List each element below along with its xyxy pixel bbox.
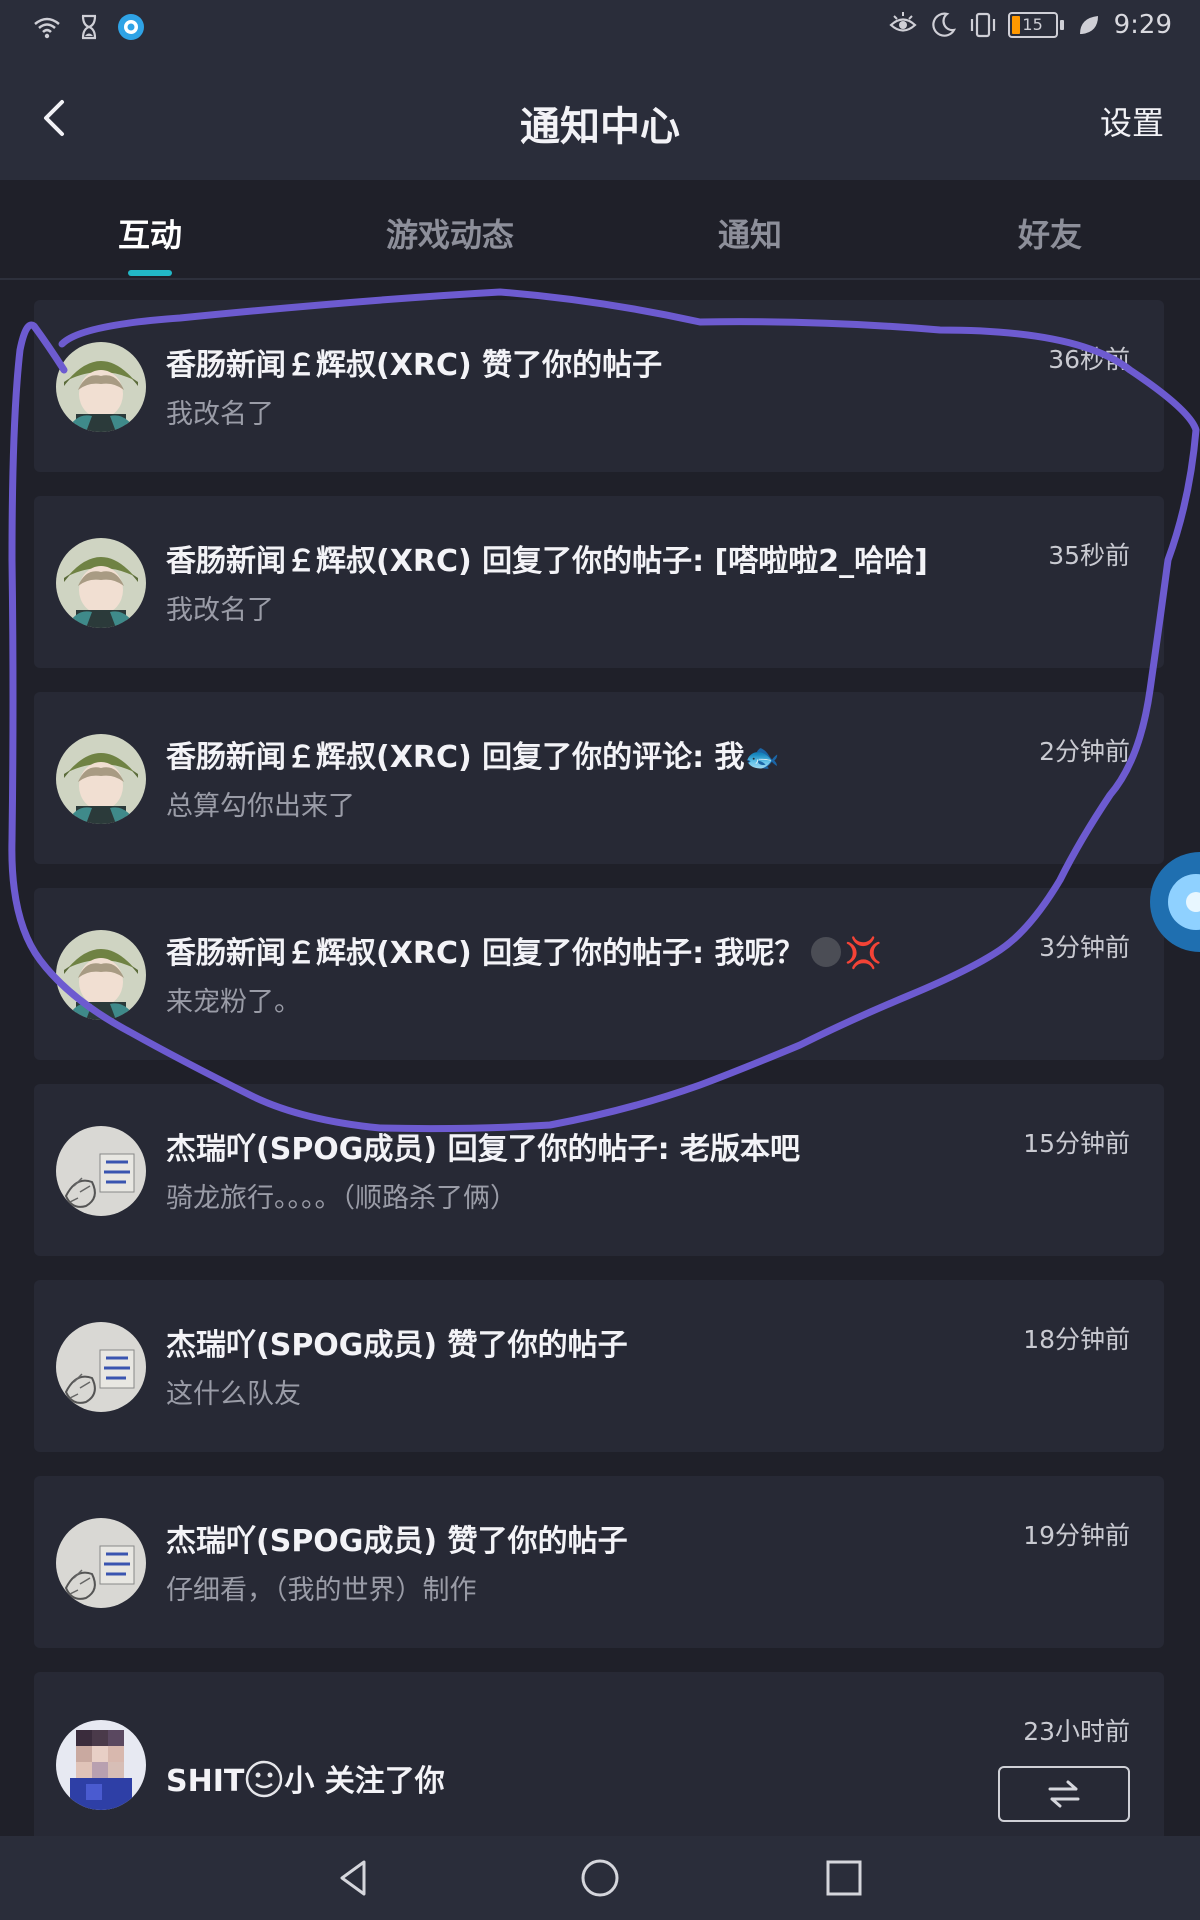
notification-preview: 仔细看，（我的世界）制作 bbox=[166, 1575, 477, 1606]
settings-button[interactable]: 设置 bbox=[1100, 98, 1164, 144]
notification-time: 23小时前 bbox=[1023, 1717, 1130, 1746]
follow-title: SHIT 小 关注了你 bbox=[166, 1756, 944, 1800]
tab-friends[interactable]: 好友 bbox=[900, 210, 1200, 256]
notification-time: 2分钟前 bbox=[1039, 737, 1130, 766]
status-right-icons: 15 9:29 bbox=[888, 10, 1172, 40]
notification-time: 3分钟前 bbox=[1039, 933, 1130, 962]
leaf-icon bbox=[1079, 16, 1098, 34]
page-title: 通知中心 bbox=[520, 104, 680, 150]
follow-title-prefix: SHIT bbox=[166, 1764, 245, 1799]
notification-item[interactable]: 杰瑞吖(SPOG成员) 赞了你的帖子 这什么队友 18分钟前 bbox=[34, 1280, 1164, 1452]
active-tab-indicator bbox=[128, 270, 172, 276]
avatar[interactable] bbox=[56, 1126, 146, 1216]
avatar[interactable] bbox=[56, 1518, 146, 1608]
smile-emoji-icon bbox=[810, 937, 841, 967]
avatar[interactable] bbox=[56, 930, 146, 1020]
status-time: 9:29 bbox=[1113, 10, 1172, 40]
notification-title-text: 香肠新闻￡辉叔(XRC) 回复了你的评论: 我 bbox=[166, 740, 745, 775]
floating-button-dot bbox=[1186, 892, 1200, 912]
hourglass-icon bbox=[81, 14, 97, 40]
wifi-icon bbox=[34, 17, 60, 39]
notification-title: 杰瑞吖(SPOG成员) 赞了你的帖子 bbox=[166, 1328, 628, 1363]
follow-title-suffix: 小 关注了你 bbox=[284, 1764, 445, 1799]
notification-title: 香肠新闻￡辉叔(XRC) 回复了你的评论: 我🐟 bbox=[166, 732, 944, 776]
notification-time: 35秒前 bbox=[1048, 541, 1130, 570]
notification-time: 19分钟前 bbox=[1023, 1521, 1130, 1550]
notification-preview: 来宠粉了。 bbox=[166, 987, 301, 1018]
notification-item[interactable]: 香肠新闻￡辉叔(XRC) 回复了你的帖子: 我呢？ 💢 来宠粉了。 3分钟前 bbox=[34, 888, 1164, 1060]
notification-title: 香肠新闻￡辉叔(XRC) 回复了你的帖子: [嗒啦啦2_哈哈] bbox=[166, 544, 928, 579]
notification-time: 15分钟前 bbox=[1023, 1129, 1130, 1158]
tab-interaction[interactable]: 互动 bbox=[0, 210, 300, 256]
tab-bar: 互动 游戏动态 通知 好友 bbox=[0, 180, 1200, 280]
notification-item[interactable]: 香肠新闻￡辉叔(XRC) 回复了你的帖子: [嗒啦啦2_哈哈] 我改名了 35秒… bbox=[34, 496, 1164, 668]
notification-preview: 骑龙旅行。。。。（顺路杀了俩） bbox=[166, 1183, 517, 1214]
notification-title: 杰瑞吖(SPOG成员) 回复了你的帖子: 老版本吧 bbox=[166, 1132, 801, 1167]
vibrate-icon bbox=[970, 12, 995, 38]
nav-recents-icon[interactable] bbox=[820, 1854, 868, 1902]
notification-item[interactable]: 杰瑞吖(SPOG成员) 赞了你的帖子 仔细看，（我的世界）制作 19分钟前 bbox=[34, 1476, 1164, 1648]
smiley-watermark-icon bbox=[246, 1760, 283, 1798]
nav-back-icon[interactable] bbox=[330, 1854, 378, 1902]
notification-item[interactable]: 香肠新闻￡辉叔(XRC) 回复了你的评论: 我🐟 总算勾你出来了 2分钟前 bbox=[34, 692, 1164, 864]
swap-arrows-icon bbox=[1048, 1780, 1080, 1808]
notification-item[interactable]: 香肠新闻￡辉叔(XRC) 赞了你的帖子 我改名了 36秒前 bbox=[34, 300, 1164, 472]
nav-home-icon[interactable] bbox=[576, 1854, 624, 1902]
avatar[interactable] bbox=[56, 538, 146, 628]
avatar[interactable] bbox=[56, 342, 146, 432]
notification-time: 18分钟前 bbox=[1023, 1325, 1130, 1354]
notification-title: 香肠新闻￡辉叔(XRC) 回复了你的帖子: 我呢？ 💢 bbox=[166, 928, 944, 972]
battery-level-text: 15 bbox=[1022, 15, 1043, 34]
notification-preview: 我改名了 bbox=[166, 595, 274, 626]
eye-comfort-icon bbox=[888, 12, 917, 32]
notification-item[interactable]: 杰瑞吖(SPOG成员) 回复了你的帖子: 老版本吧 骑龙旅行。。。。（顺路杀了俩… bbox=[34, 1084, 1164, 1256]
notification-preview: 我改名了 bbox=[166, 399, 274, 430]
notification-preview: 这什么队友 bbox=[166, 1379, 301, 1410]
notification-title-text: 香肠新闻￡辉叔(XRC) 回复了你的帖子: 我呢？ bbox=[166, 936, 805, 971]
notification-time: 36秒前 bbox=[1048, 345, 1130, 374]
battery-level: 15 bbox=[1007, 12, 1058, 38]
fish-emoji-icon: 🐟 bbox=[744, 741, 780, 774]
notification-title: 香肠新闻￡辉叔(XRC) 赞了你的帖子 bbox=[166, 348, 663, 383]
avatar[interactable] bbox=[56, 1720, 146, 1810]
status-left-icons bbox=[32, 12, 146, 42]
avatar[interactable] bbox=[56, 1322, 146, 1412]
app-notification-icon bbox=[118, 14, 144, 40]
avatar[interactable] bbox=[56, 734, 146, 824]
tab-notices[interactable]: 通知 bbox=[600, 210, 900, 256]
swap-button[interactable] bbox=[998, 1766, 1130, 1822]
tab-game-updates[interactable]: 游戏动态 bbox=[300, 210, 600, 256]
navigation-bar bbox=[0, 1836, 1200, 1920]
status-bar: 15 9:29 bbox=[0, 0, 1200, 56]
notification-preview: 总算勾你出来了 bbox=[166, 791, 355, 822]
battery-icon: 15 bbox=[1007, 12, 1064, 38]
moon-icon bbox=[931, 12, 956, 37]
header: 通知中心 设置 bbox=[0, 56, 1200, 180]
follow-notification-item[interactable]: SHIT 小 关注了你 23小时前 bbox=[34, 1672, 1164, 1844]
anger-emoji-icon: 💢 bbox=[844, 936, 882, 971]
notification-list: 香肠新闻￡辉叔(XRC) 赞了你的帖子 我改名了 36秒前 香肠新闻￡辉叔(XR… bbox=[34, 300, 1164, 1868]
notification-title: 杰瑞吖(SPOG成员) 赞了你的帖子 bbox=[166, 1524, 628, 1559]
